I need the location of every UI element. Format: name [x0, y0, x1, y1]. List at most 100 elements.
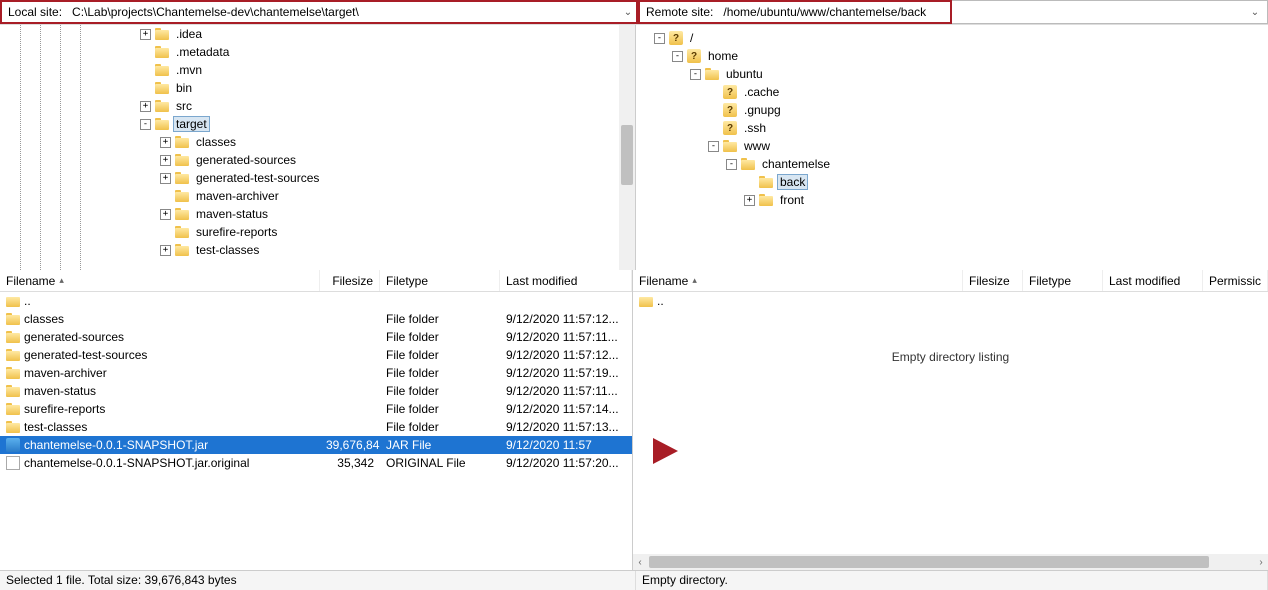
- tree-node[interactable]: - chantemelse: [644, 155, 833, 173]
- collapse-icon[interactable]: -: [654, 33, 665, 44]
- col-filename[interactable]: Filename▴: [0, 270, 320, 291]
- sort-arrow-icon: ▴: [59, 275, 64, 286]
- tree-label[interactable]: generated-sources: [193, 152, 299, 168]
- folder-icon: [759, 194, 773, 206]
- list-row[interactable]: chantemelse-0.0.1-SNAPSHOT.jar39,676,843…: [0, 436, 632, 454]
- col-r-lastmod[interactable]: Last modified: [1103, 270, 1203, 291]
- expand-icon[interactable]: +: [160, 245, 171, 256]
- list-row[interactable]: maven-archiverFile folder9/12/2020 11:57…: [0, 364, 632, 382]
- tree-label[interactable]: generated-test-sources: [193, 170, 322, 186]
- tree-label[interactable]: ubuntu: [723, 66, 766, 82]
- tree-node[interactable]: + generated-sources: [0, 151, 322, 169]
- list-row[interactable]: classesFile folder9/12/2020 11:57:12...: [0, 310, 632, 328]
- tree-label[interactable]: back: [777, 174, 808, 190]
- jar-icon: [6, 438, 20, 452]
- tree-label[interactable]: maven-archiver: [193, 188, 282, 204]
- tree-node[interactable]: -?/: [644, 29, 833, 47]
- expand-icon[interactable]: +: [140, 29, 151, 40]
- local-site-dropdown-icon[interactable]: ⌄: [620, 7, 636, 18]
- horizontal-scrollbar[interactable]: ‹ ›: [633, 554, 1268, 570]
- local-site-input[interactable]: [68, 2, 620, 22]
- tree-node[interactable]: + front: [644, 191, 833, 209]
- remote-site-dropdown-icon[interactable]: ⌄: [1247, 7, 1263, 18]
- tree-label[interactable]: maven-status: [193, 206, 271, 222]
- tree-label[interactable]: test-classes: [193, 242, 262, 258]
- tree-node[interactable]: - ubuntu: [644, 65, 833, 83]
- tree-label[interactable]: .cache: [741, 84, 782, 100]
- remote-tree-pane[interactable]: -?/-?home-ubuntu?.cache?.gnupg?.ssh-www-…: [636, 25, 1268, 270]
- tree-label[interactable]: .gnupg: [741, 102, 784, 118]
- tree-node[interactable]: maven-archiver: [0, 187, 322, 205]
- tree-label[interactable]: chantemelse: [759, 156, 833, 172]
- expand-icon[interactable]: +: [744, 195, 755, 206]
- local-list-header: Filename▴ Filesize Filetype Last modifie…: [0, 270, 632, 292]
- file-name: surefire-reports: [24, 402, 105, 416]
- tree-label[interactable]: classes: [193, 134, 239, 150]
- folder-icon: [175, 244, 189, 256]
- tree-label[interactable]: surefire-reports: [193, 224, 280, 240]
- tree-node[interactable]: + maven-status: [0, 205, 322, 223]
- collapse-icon[interactable]: -: [726, 159, 737, 170]
- tree-node[interactable]: + generated-test-sources: [0, 169, 322, 187]
- list-row[interactable]: chantemelse-0.0.1-SNAPSHOT.jar.original3…: [0, 454, 632, 472]
- tree-node[interactable]: -?home: [644, 47, 833, 65]
- tree-label[interactable]: target: [173, 116, 210, 132]
- tree-node[interactable]: .metadata: [0, 43, 322, 61]
- tree-node[interactable]: + src: [0, 97, 322, 115]
- list-item-up[interactable]: ..: [633, 292, 1268, 310]
- tree-label[interactable]: .mvn: [173, 62, 205, 78]
- remote-site-input[interactable]: [719, 2, 950, 22]
- col-r-filetype[interactable]: Filetype: [1023, 270, 1103, 291]
- tree-node[interactable]: back: [644, 173, 833, 191]
- tree-label[interactable]: www: [741, 138, 773, 154]
- scrollbar-icon[interactable]: [619, 25, 635, 270]
- list-row[interactable]: maven-statusFile folder9/12/2020 11:57:1…: [0, 382, 632, 400]
- tree-node[interactable]: - www: [644, 137, 833, 155]
- tree-label[interactable]: .idea: [173, 26, 205, 42]
- collapse-icon[interactable]: -: [708, 141, 719, 152]
- tree-node[interactable]: bin: [0, 79, 322, 97]
- tree-node[interactable]: + classes: [0, 133, 322, 151]
- tree-label[interactable]: bin: [173, 80, 195, 96]
- expander-placeholder: [708, 105, 719, 116]
- expand-icon[interactable]: +: [160, 209, 171, 220]
- tree-label[interactable]: src: [173, 98, 195, 114]
- tree-label[interactable]: front: [777, 192, 807, 208]
- list-row[interactable]: ..: [0, 292, 632, 310]
- col-filesize[interactable]: Filesize: [320, 270, 380, 291]
- expand-icon[interactable]: +: [140, 101, 151, 112]
- tree-label[interactable]: /: [687, 30, 696, 46]
- tree-label[interactable]: .metadata: [173, 44, 232, 60]
- col-r-filesize[interactable]: Filesize: [963, 270, 1023, 291]
- tree-node[interactable]: ?.cache: [644, 83, 833, 101]
- remote-site-bar: Remote site:: [638, 0, 952, 24]
- expand-icon[interactable]: +: [160, 137, 171, 148]
- list-row[interactable]: surefire-reportsFile folder9/12/2020 11:…: [0, 400, 632, 418]
- col-filetype[interactable]: Filetype: [380, 270, 500, 291]
- tree-node[interactable]: ?.gnupg: [644, 101, 833, 119]
- col-r-filename[interactable]: Filename▴: [633, 270, 963, 291]
- list-row[interactable]: generated-sourcesFile folder9/12/2020 11…: [0, 328, 632, 346]
- col-r-perms[interactable]: Permissic: [1203, 270, 1268, 291]
- folder-icon: [6, 420, 20, 434]
- expand-icon[interactable]: +: [160, 173, 171, 184]
- collapse-icon[interactable]: -: [672, 51, 683, 62]
- folder-icon: [155, 100, 169, 112]
- local-tree-pane[interactable]: +.idea.metadata.mvnbin+src-target+classe…: [0, 25, 636, 270]
- tree-node[interactable]: + test-classes: [0, 241, 322, 259]
- tree-node[interactable]: surefire-reports: [0, 223, 322, 241]
- tree-label[interactable]: .ssh: [741, 120, 769, 136]
- tree-node[interactable]: ?.ssh: [644, 119, 833, 137]
- folder-icon: [175, 190, 189, 202]
- expand-icon[interactable]: +: [160, 155, 171, 166]
- list-row[interactable]: generated-test-sourcesFile folder9/12/20…: [0, 346, 632, 364]
- tree-node[interactable]: .mvn: [0, 61, 322, 79]
- col-lastmod[interactable]: Last modified: [500, 270, 632, 291]
- collapse-icon[interactable]: -: [690, 69, 701, 80]
- tree-node[interactable]: + .idea: [0, 25, 322, 43]
- collapse-icon[interactable]: -: [140, 119, 151, 130]
- list-row[interactable]: test-classesFile folder9/12/2020 11:57:1…: [0, 418, 632, 436]
- tree-label[interactable]: home: [705, 48, 741, 64]
- tree-node[interactable]: - target: [0, 115, 322, 133]
- folder-icon: [175, 172, 189, 184]
